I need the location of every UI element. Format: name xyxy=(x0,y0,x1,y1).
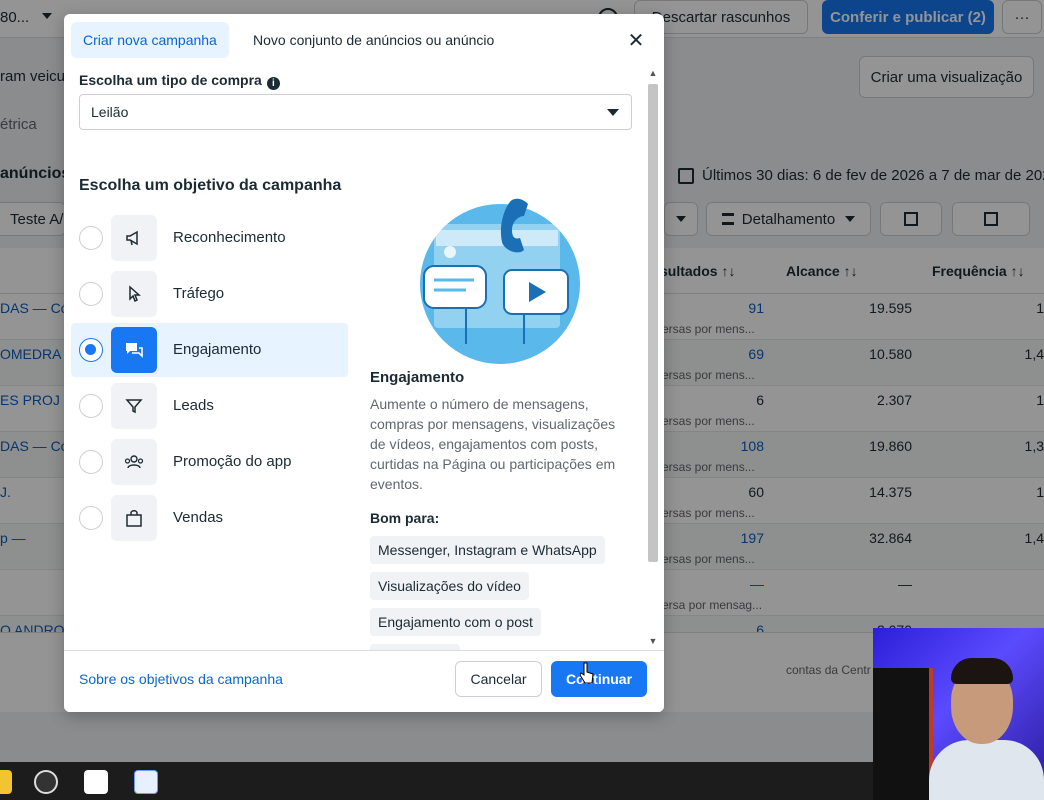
illustration-window-bar xyxy=(436,230,558,246)
objective-label: Vendas xyxy=(173,509,224,526)
capcut-icon[interactable] xyxy=(84,770,108,794)
objective-option[interactable]: Reconhecimento xyxy=(71,211,348,265)
people-icon xyxy=(111,439,157,485)
objective-option[interactable]: Promoção do app xyxy=(71,435,348,489)
continue-button[interactable]: Continuar xyxy=(551,661,647,697)
webcam-person-hair xyxy=(951,658,1013,684)
modal-scrollbar[interactable]: ▲ ▼ xyxy=(646,66,660,650)
good-for-chip: Messenger, Instagram e WhatsApp xyxy=(370,536,605,564)
megaphone-icon xyxy=(111,215,157,261)
purchase-type-label: Escolha um tipo de compra i xyxy=(79,72,280,90)
purchase-type-text: Escolha um tipo de compra xyxy=(79,72,262,88)
caret-down-icon xyxy=(607,109,619,116)
objective-label: Leads xyxy=(173,397,214,414)
document-icon[interactable] xyxy=(134,770,158,794)
objective-option[interactable]: Leads xyxy=(71,379,348,433)
modal-footer: Sobre os objetivos da campanha Cancelar … xyxy=(64,650,664,712)
objective-radio[interactable] xyxy=(79,282,103,306)
objective-radio[interactable] xyxy=(79,506,103,530)
obs-icon[interactable] xyxy=(34,770,58,794)
objective-detail-description: Aumente o número de mensagens, compras p… xyxy=(370,396,616,492)
scroll-down-icon[interactable]: ▼ xyxy=(646,634,660,648)
illustration-chat-bubble xyxy=(423,265,487,309)
tab-create-new-campaign[interactable]: Criar nova campanha xyxy=(71,22,229,58)
objective-option[interactable]: Vendas xyxy=(71,491,348,545)
cursor-icon xyxy=(111,271,157,317)
info-icon[interactable]: i xyxy=(266,77,280,90)
shopping-bag-icon xyxy=(111,495,157,541)
good-for-chip: Visualizações do vídeo xyxy=(370,572,529,600)
good-for-label: Bom para: xyxy=(370,510,440,526)
webcam-chair xyxy=(873,668,933,800)
tab-new-adset-or-ad[interactable]: Novo conjunto de anúncios ou anúncio xyxy=(241,22,506,58)
modal-body: Escolha um tipo de compra i Leilão Escolh… xyxy=(64,64,664,650)
campaign-objectives-link[interactable]: Sobre os objetivos da campanha xyxy=(79,671,283,687)
engagement-illustration xyxy=(420,198,580,364)
mouse-cursor-icon xyxy=(580,662,594,684)
objective-label: Promoção do app xyxy=(173,453,292,470)
chat-bubbles-icon xyxy=(111,327,157,373)
close-icon[interactable]: ✕ xyxy=(624,28,648,52)
objective-label: Reconhecimento xyxy=(173,229,286,246)
create-campaign-modal: Criar nova campanha Novo conjunto de anú… xyxy=(64,14,664,712)
purchase-type-value: Leilão xyxy=(91,104,129,120)
webcam-overlay xyxy=(873,628,1044,800)
objective-option[interactable]: Tráfego xyxy=(71,267,348,321)
objective-radio[interactable] xyxy=(79,450,103,474)
objective-radio[interactable] xyxy=(79,338,103,362)
objective-label: Tráfego xyxy=(173,285,225,302)
objective-label: Engajamento xyxy=(173,341,262,358)
objective-option[interactable]: Engajamento xyxy=(71,323,348,377)
folder-icon[interactable] xyxy=(0,770,12,794)
good-for-chip: Engajamento com o post xyxy=(370,608,541,636)
scroll-thumb[interactable] xyxy=(648,84,658,562)
funnel-icon xyxy=(111,383,157,429)
scroll-up-icon[interactable]: ▲ xyxy=(646,66,660,80)
purchase-type-select[interactable]: Leilão xyxy=(79,94,632,130)
cancel-button[interactable]: Cancelar xyxy=(455,661,542,697)
objective-radio[interactable] xyxy=(79,226,103,250)
illustration-dot xyxy=(444,246,456,258)
webcam-person-shirt xyxy=(929,740,1044,800)
objective-radio[interactable] xyxy=(79,394,103,418)
objective-detail-title: Engajamento xyxy=(370,369,465,386)
objective-section-title: Escolha um objetivo da campanha xyxy=(79,177,342,194)
